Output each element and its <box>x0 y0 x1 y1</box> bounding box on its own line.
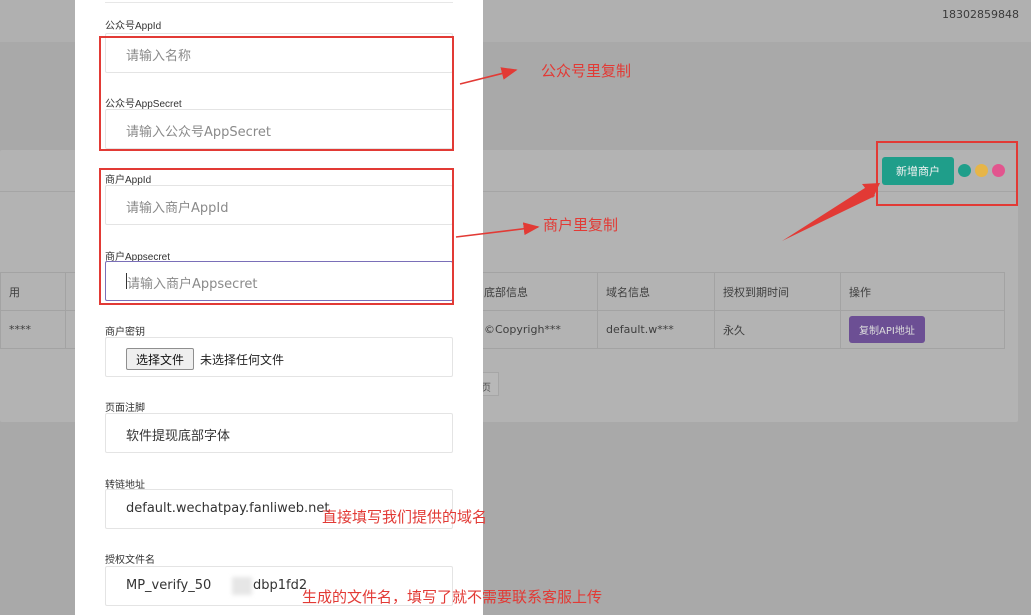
arrow-official <box>459 67 518 85</box>
annotation-copy-merchant: 商户里复制 <box>543 216 619 234</box>
annotation-fill-domain: 直接填写我们提供的域名 <box>322 508 488 526</box>
annotation-arrows <box>455 67 880 241</box>
annotation-file-name-note: 生成的文件名，填写了就不需要联系客服上传 <box>302 588 603 606</box>
annotation-copy-official: 公众号里复制 <box>541 62 632 80</box>
arrow-merchant <box>455 222 540 238</box>
arrow-add-button <box>782 186 875 241</box>
